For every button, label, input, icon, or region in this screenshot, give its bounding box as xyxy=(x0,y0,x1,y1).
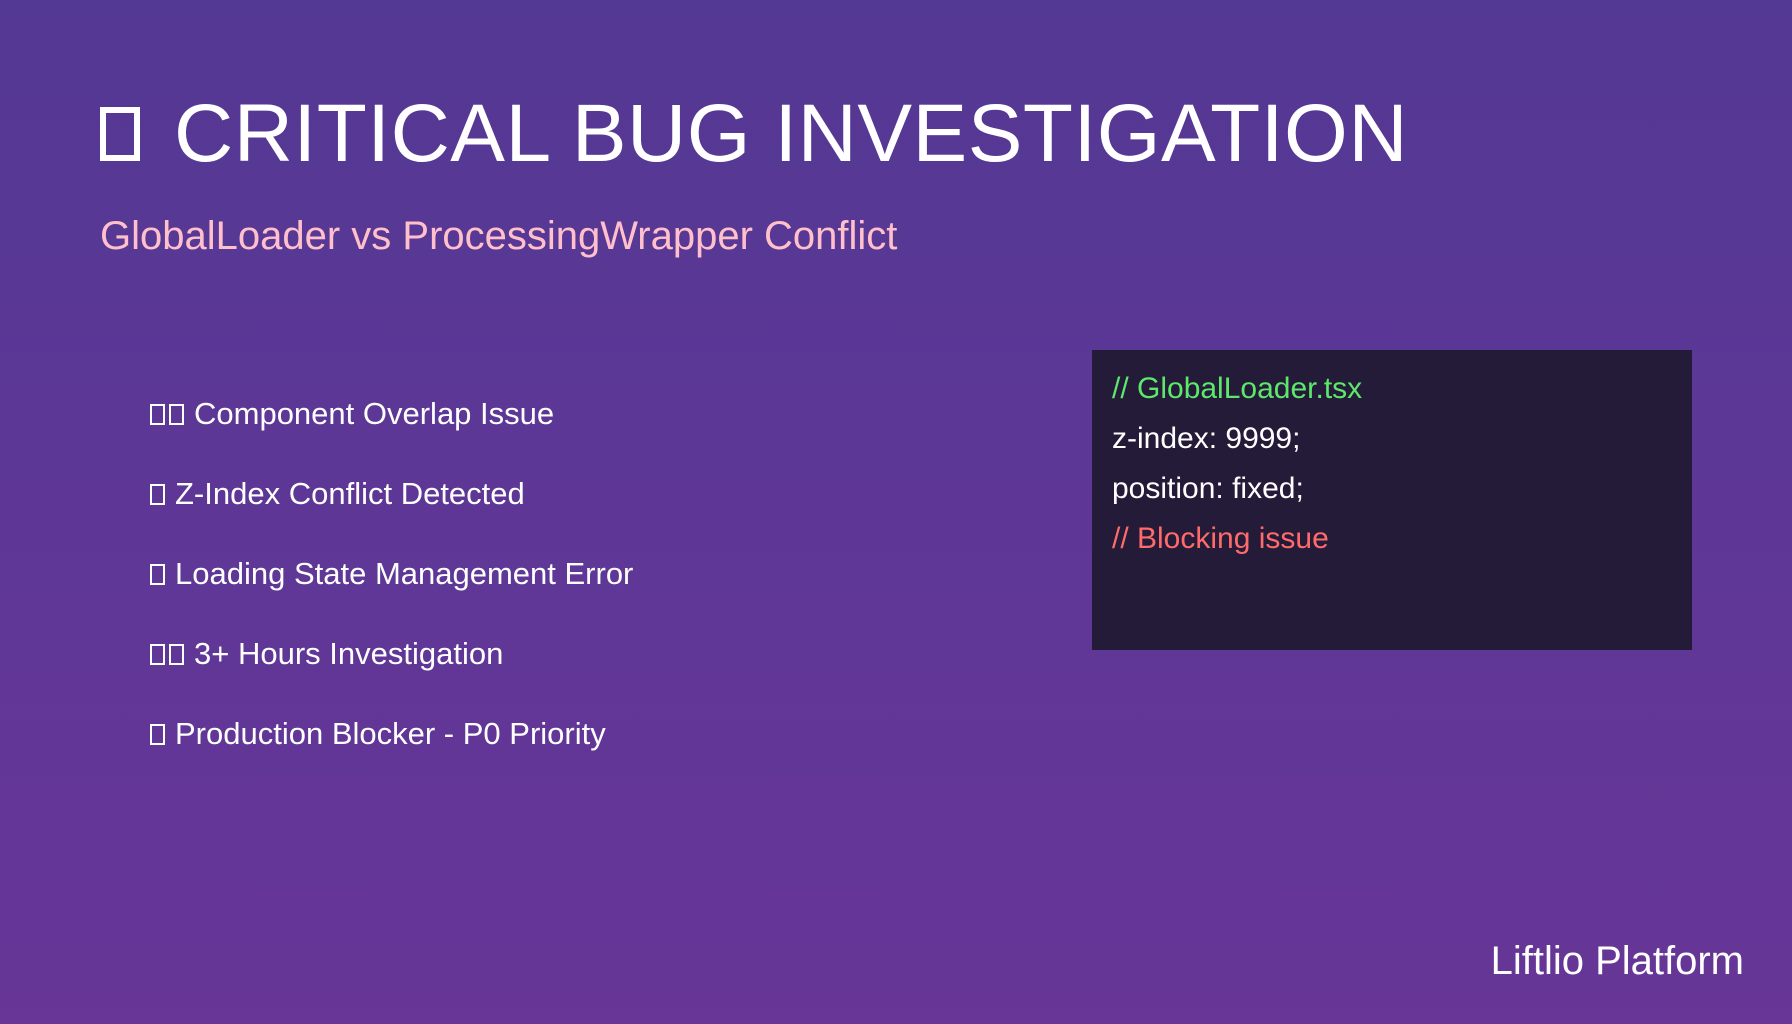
list-item: Production Blocker - P0 Priority xyxy=(150,706,633,762)
double-glyph-icon xyxy=(150,403,188,425)
code-line-zindex: z-index: 9999; xyxy=(1112,422,1301,455)
code-comment-file: // GlobalLoader.tsx xyxy=(1112,372,1363,405)
list-item-label: Z-Index Conflict Detected xyxy=(175,476,525,511)
list-item-label: Component Overlap Issue xyxy=(194,396,555,431)
list-item: 3+ Hours Investigation xyxy=(150,626,633,682)
code-snippet-panel: // GlobalLoader.tsx z-index: 9999; posit… xyxy=(1092,350,1692,650)
code-comment-blocking: // Blocking issue xyxy=(1112,522,1329,555)
double-glyph-icon xyxy=(150,643,188,665)
page-subtitle: GlobalLoader vs ProcessingWrapper Confli… xyxy=(100,214,898,258)
slide: CRITICAL BUG INVESTIGATION GlobalLoader … xyxy=(0,0,1792,1024)
brand-label: Liftlio Platform xyxy=(1490,939,1744,983)
glyph-icon xyxy=(150,563,169,585)
list-item: Component Overlap Issue xyxy=(150,386,633,442)
title-row: CRITICAL BUG INVESTIGATION xyxy=(100,86,1408,182)
glyph-icon xyxy=(150,483,169,505)
issue-list: Component Overlap Issue Z-Index Conflict… xyxy=(150,386,633,786)
list-item-label: Loading State Management Error xyxy=(175,556,634,591)
list-item: Loading State Management Error xyxy=(150,546,633,602)
code-line-position: position: fixed; xyxy=(1112,472,1304,505)
glyph-icon xyxy=(150,723,169,745)
alert-icon xyxy=(100,107,140,161)
list-item-label: Production Blocker - P0 Priority xyxy=(175,716,606,751)
list-item: Z-Index Conflict Detected xyxy=(150,466,633,522)
list-item-label: 3+ Hours Investigation xyxy=(194,636,504,671)
page-title: CRITICAL BUG INVESTIGATION xyxy=(174,88,1409,179)
